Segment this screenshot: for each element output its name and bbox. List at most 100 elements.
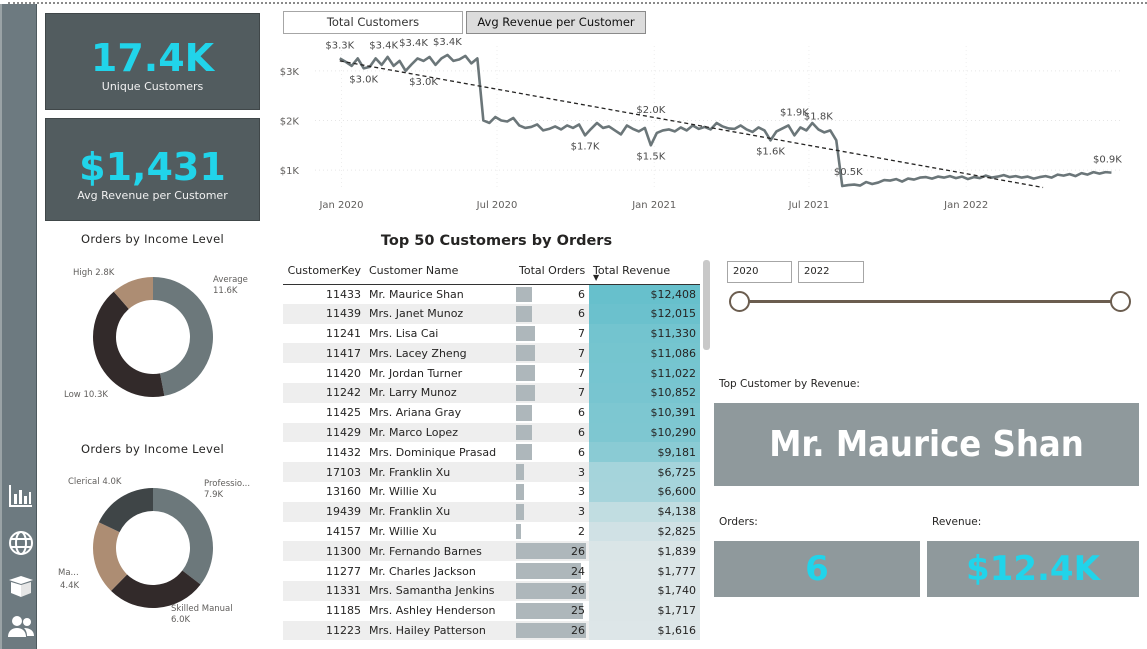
tab-avg-revenue[interactable]: Avg Revenue per Customer — [466, 11, 646, 34]
top-customers-table: CustomerKey Customer Name Total Orders T… — [283, 258, 700, 641]
cell-total-revenue: $1,740 — [589, 580, 700, 601]
table-row[interactable]: 14157 Mr. Willie Xu 2 $2,825 — [283, 521, 700, 542]
table-row[interactable]: 11439 Mrs. Janet Munoz 6 $12,015 — [283, 303, 700, 324]
label-professional-value: 7.9K — [204, 490, 224, 500]
label-professional: Professio... — [204, 479, 251, 489]
x-tick-label: Jan 2021 — [631, 200, 676, 211]
box-icon[interactable] — [6, 571, 36, 601]
cell-customer-name: Mr. Willie Xu — [369, 524, 437, 538]
nav-rail — [0, 4, 37, 649]
cell-total-revenue: $10,391 — [589, 402, 700, 423]
cell-customer-name: Mrs. Hailey Patterson — [365, 620, 515, 641]
data-label: $2.0K — [636, 105, 665, 116]
year-slider-start-handle[interactable] — [729, 291, 750, 312]
orders-databar — [516, 365, 535, 381]
top-customer-label: Top Customer by Revenue: — [719, 378, 860, 390]
data-label: $3.4K — [369, 40, 398, 51]
cell-customerkey: 11417 — [283, 343, 365, 364]
cell-customer-name: Mr. Charles Jackson — [369, 564, 476, 578]
cell-customerkey: 11277 — [326, 564, 361, 578]
table-row[interactable]: 11429 Mr. Marco Lopez 6 $10,290 — [283, 422, 700, 443]
occupation-slice-3[interactable] — [98, 488, 153, 533]
year-slider-end-handle[interactable] — [1110, 291, 1131, 312]
cell-total-orders: 3 — [515, 462, 589, 482]
label-high: High 2.8K — [73, 268, 115, 278]
orders-databar — [516, 404, 533, 421]
kpi-value: $1,431 — [79, 145, 226, 189]
cell-total-revenue: $1,839 — [589, 541, 700, 562]
table-row[interactable]: 11242 Mr. Larry Munoz 7 $10,852 — [283, 382, 700, 403]
cell-customer-name: Mr. Franklin Xu — [365, 462, 515, 482]
donut-occupation-title: Orders by Income Level — [80, 442, 225, 456]
table-row[interactable]: 11223 Mrs. Hailey Patterson 26 $1,616 — [283, 620, 700, 641]
label-average: Average — [213, 275, 248, 285]
year-slider-track[interactable] — [741, 300, 1121, 303]
cell-customerkey: 11429 — [283, 422, 365, 443]
orders-value: 3 — [578, 465, 585, 479]
orders-databar — [516, 523, 522, 540]
cell-total-orders: 3 — [515, 501, 589, 522]
data-label: $3.0K — [349, 74, 378, 85]
col-header-customer-name[interactable]: Customer Name — [365, 258, 515, 285]
table-row[interactable]: 11433 Mr. Maurice Shan 6 $12,408 — [283, 284, 700, 304]
table-row[interactable]: 11417 Mrs. Lacey Zheng 7 $11,086 — [283, 343, 700, 364]
table-row[interactable]: 11425 Mrs. Ariana Gray 6 $10,391 — [283, 402, 700, 423]
orders-databar — [516, 305, 533, 322]
orders-value: 7 — [578, 366, 585, 380]
table-row[interactable]: 11420 Mr. Jordan Turner 7 $11,022 — [283, 363, 700, 383]
cell-total-orders: 7 — [515, 363, 589, 383]
x-tick-label: Jul 2020 — [476, 200, 518, 211]
cell-total-orders: 7 — [515, 382, 589, 403]
table-row[interactable]: 11300 Mr. Fernando Barnes 26 $1,839 — [283, 541, 700, 562]
cell-total-orders: 3 — [515, 482, 589, 502]
tab-total-customers[interactable]: Total Customers — [283, 11, 463, 34]
table-row[interactable]: 17103 Mr. Franklin Xu 3 $6,725 — [283, 462, 700, 482]
table-row[interactable]: 11185 Mrs. Ashley Henderson 25 $1,717 — [283, 600, 700, 621]
cell-customerkey: 11433 — [326, 287, 361, 301]
sort-desc-icon: ▼ — [593, 273, 600, 282]
year-from-input[interactable]: 2020 — [727, 261, 792, 283]
cell-total-orders: 6 — [515, 422, 589, 443]
orders-value: 2 — [578, 524, 585, 538]
people-icon[interactable] — [6, 611, 36, 641]
year-to-input[interactable]: 2022 — [798, 261, 864, 283]
income-slice-0[interactable] — [153, 277, 214, 396]
bar-chart-icon[interactable] — [6, 480, 36, 510]
revenue-card: $12.4K — [927, 541, 1139, 597]
kpi-label: Unique Customers — [101, 80, 204, 93]
data-label: $0.5K — [834, 167, 863, 178]
table-row[interactable]: 11277 Mr. Charles Jackson 24 $1,777 — [283, 561, 700, 581]
col-header-total-orders[interactable]: Total Orders — [515, 258, 589, 285]
kpi-unique-customers: 17.4K Unique Customers — [45, 13, 260, 110]
x-tick-label: Jul 2021 — [788, 200, 830, 211]
table-row[interactable]: 13160 Mr. Willie Xu 3 $6,600 — [283, 481, 700, 502]
orders-databar — [516, 325, 535, 342]
table-row[interactable]: 11432 Mrs. Dominique Prasad 6 $9,181 — [283, 442, 700, 463]
col-header-customerkey[interactable]: CustomerKey — [283, 258, 365, 285]
col-header-total-revenue[interactable]: Total Revenue — [589, 258, 700, 285]
data-label: $0.9K — [1093, 155, 1122, 166]
orders-value: 25 — [571, 604, 585, 618]
data-label: $3.0K — [409, 77, 438, 88]
kpi-label: Avg Revenue per Customer — [77, 189, 228, 202]
cell-total-revenue: $10,290 — [589, 422, 700, 443]
occupation-slice-0[interactable] — [153, 488, 213, 585]
table-row[interactable]: 19439 Mr. Franklin Xu 3 $4,138 — [283, 501, 700, 522]
table-row[interactable]: 11331 Mrs. Samantha Jenkins 26 $1,740 — [283, 580, 700, 601]
cell-total-orders: 2 — [515, 522, 589, 542]
cell-customer-name: Mr. Jordan Turner — [369, 366, 463, 380]
orders-databar — [516, 464, 525, 480]
orders-value: 7 — [578, 346, 585, 360]
table-scrollbar[interactable] — [703, 260, 710, 350]
cell-customer-name: Mr. Franklin Xu — [365, 501, 515, 522]
cell-total-orders: 7 — [515, 324, 589, 344]
cell-total-orders: 26 — [515, 620, 589, 641]
kpi-value: 17.4K — [90, 36, 215, 80]
cell-total-orders: 24 — [515, 561, 589, 581]
donut-income-chart — [92, 277, 214, 397]
table-row[interactable]: 11241 Mrs. Lisa Cai 7 $11,330 — [283, 323, 700, 344]
avg-revenue-line-chart: $1K $2K $3K Jan 2020 Jul 2020 Jan 2021 Jul 202… — [280, 38, 1123, 211]
donut-income-title: Orders by Income Level — [80, 232, 225, 246]
donut-occupation-chart — [92, 488, 213, 608]
globe-icon[interactable] — [6, 528, 36, 558]
